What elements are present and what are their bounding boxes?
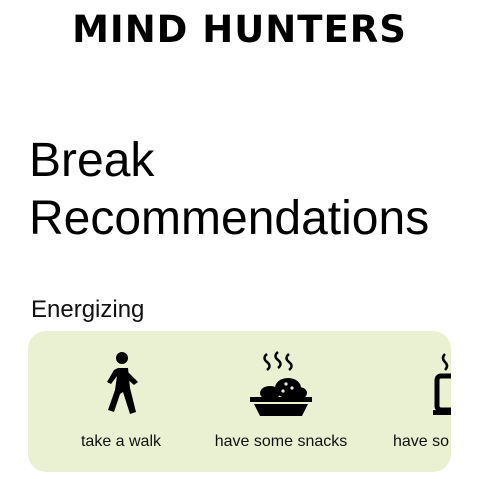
recommendation-take-a-walk[interactable]: take a walk (66, 331, 176, 472)
recommendations-carousel[interactable]: take a walk have some snacks have so (28, 331, 451, 472)
recommendation-have-some-snacks[interactable]: have some snacks (206, 331, 356, 472)
walking-person-icon (107, 352, 138, 414)
recommendation-label: take a walk (80, 433, 162, 450)
recommendation-have-some-coffee[interactable]: have so (393, 331, 451, 472)
app-brand-title: MIND HUNTERS (72, 8, 407, 51)
snack-bowl-icon (250, 351, 312, 416)
page-title-line-2: Recommendations (29, 192, 430, 245)
page-title-line-1: Break (29, 134, 155, 187)
coffee-cup-icon (433, 353, 451, 415)
section-label-energizing: Energizing (31, 296, 145, 323)
recommendation-label: have some snacks (214, 433, 348, 450)
break-recommendations-screen: MIND HUNTERS Break Recommendations Energ… (0, 0, 479, 479)
page-title: Break Recommendations (29, 132, 429, 248)
recommendation-label: have so (393, 433, 450, 450)
